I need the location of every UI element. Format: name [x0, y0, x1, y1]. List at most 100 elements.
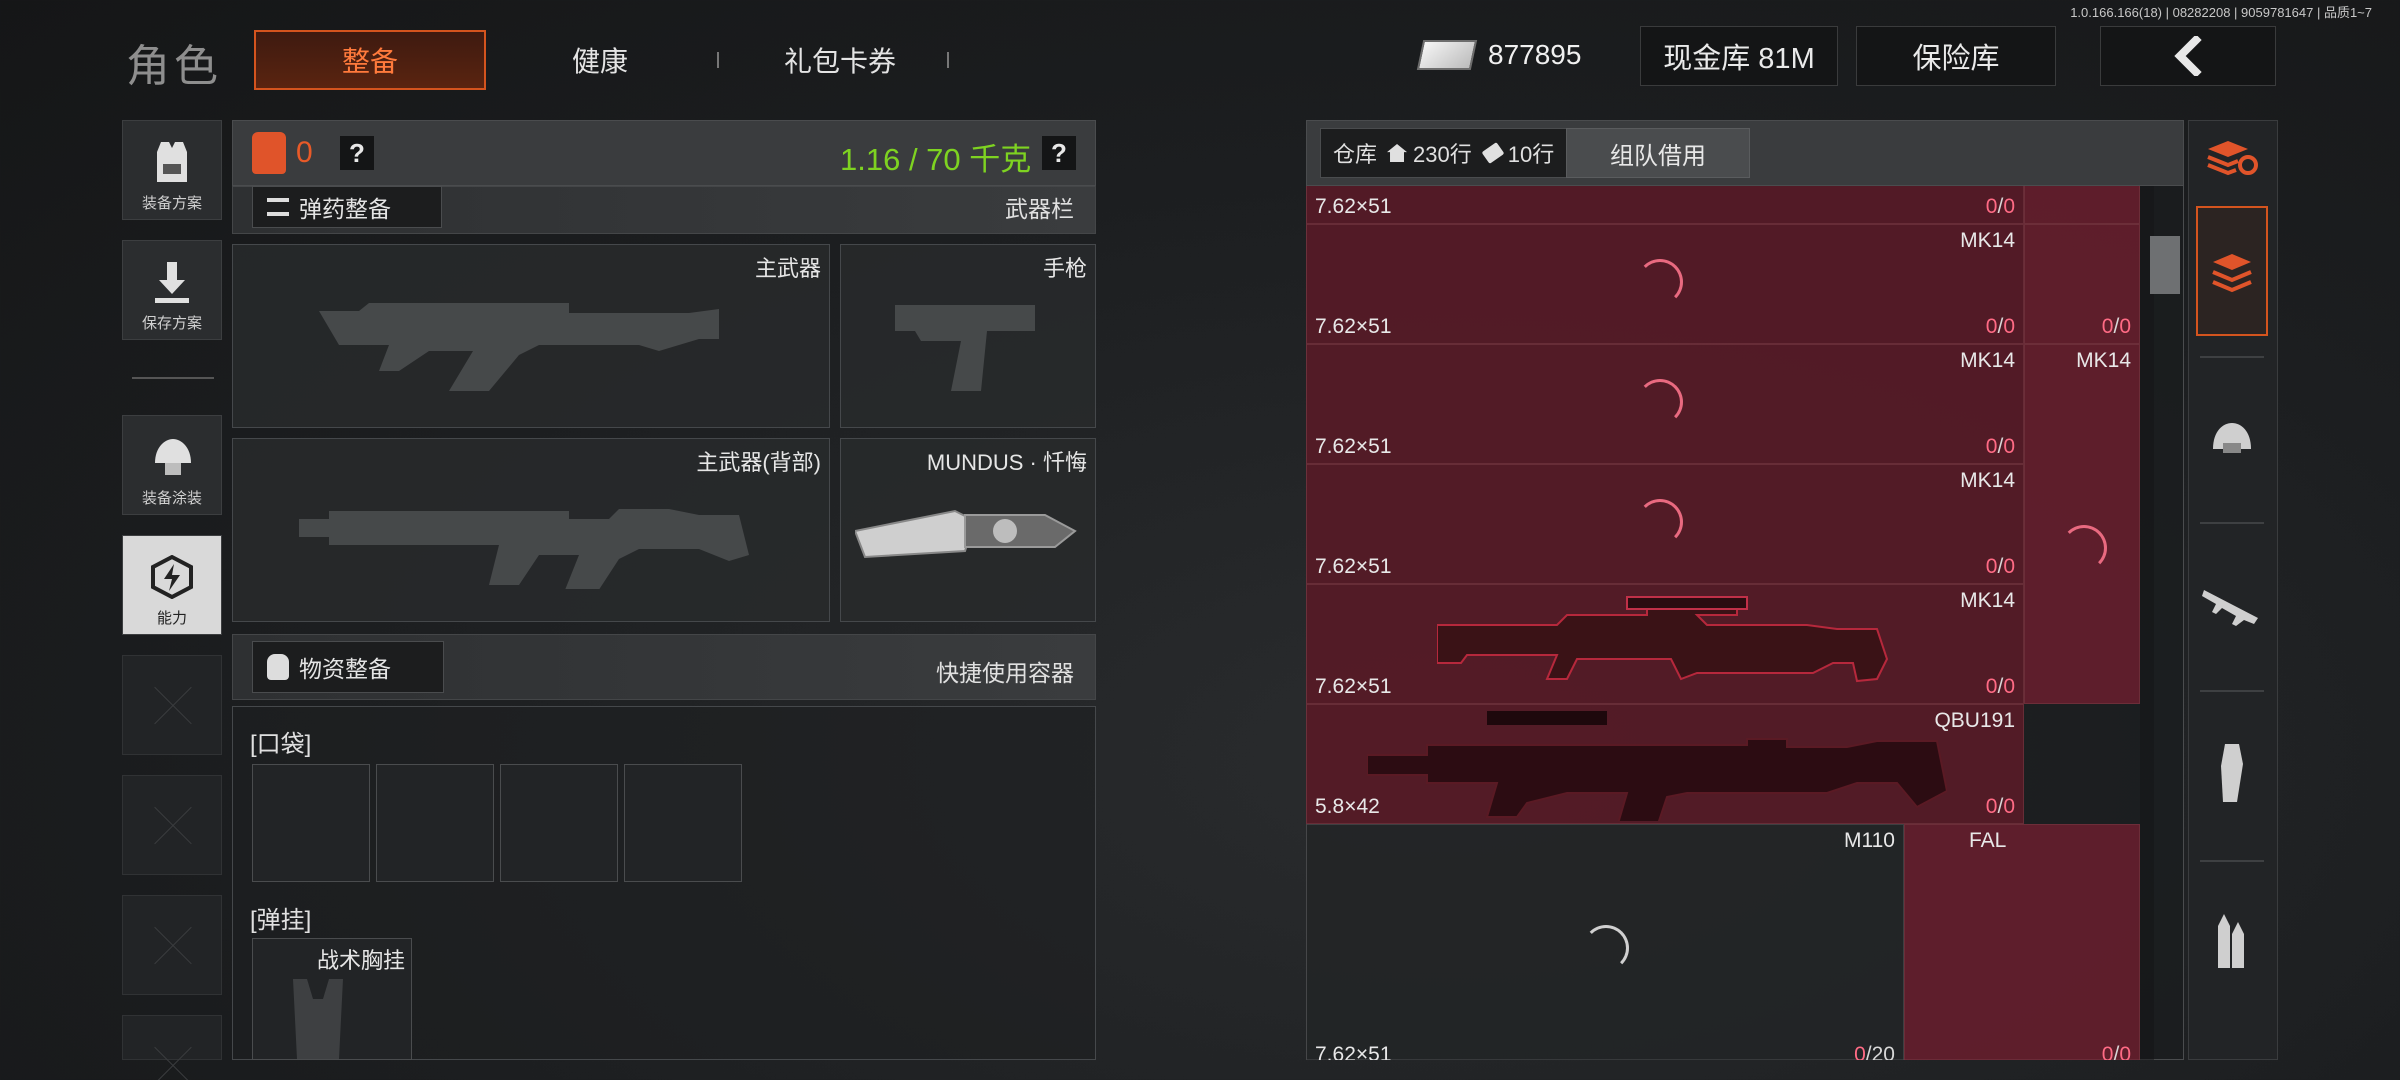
download-icon [155, 262, 189, 303]
item-caliber: 7.62×51 [1315, 675, 1392, 698]
item-ammo: 0/0 [2101, 1043, 2131, 1060]
melee-slot[interactable]: MUNDUS · 忏悔 [840, 438, 1096, 622]
item-caliber: 7.62×51 [1315, 435, 1392, 458]
item-ammo: 0/0 [1985, 555, 2015, 578]
weight-help-button[interactable]: ? [1042, 136, 1076, 170]
item-card[interactable]: M110 7.62×51 0/20 [1306, 824, 1904, 1060]
supply-loadout-button[interactable]: 物资整备 [252, 641, 444, 693]
vest-icon [157, 142, 187, 182]
item-card[interactable]: MK14 7.62×51 0/0 [1306, 584, 2024, 704]
item-card[interactable] [2024, 186, 2140, 224]
slot-label: 主武器 [754, 256, 821, 281]
category-divider [2200, 860, 2264, 862]
category-divider [2200, 690, 2264, 692]
pocket-slot[interactable] [252, 764, 370, 882]
rail-label: 装备涂装 [141, 490, 202, 507]
ammo-icon [267, 198, 289, 216]
team-borrow-button[interactable]: 组队借用 [1566, 128, 1750, 178]
hex-lightning-icon [151, 555, 193, 599]
back-button[interactable] [2100, 26, 2276, 86]
item-card[interactable]: MK14 7.62×51 0/0 [1306, 224, 2024, 344]
helmet-icon [2213, 423, 2251, 453]
slot-label: 手枪 [1042, 256, 1087, 281]
ar-rifle-icon [299, 509, 749, 589]
ammo-loadout-button[interactable]: 弹药整备 [252, 186, 442, 228]
item-name: MK14 [2076, 349, 2131, 372]
knife-icon [855, 509, 1077, 559]
ability-button[interactable]: 能力 [122, 535, 222, 635]
safe-box-button[interactable]: 保险库 [1856, 26, 2056, 86]
sort-layers-icon [2207, 141, 2258, 176]
tab-health[interactable]: 健康 [500, 30, 700, 90]
house-icon [1387, 144, 1408, 162]
item-card[interactable]: 7.62×51 0/0 [1306, 186, 2024, 224]
page-title: 角色 [126, 42, 222, 91]
warehouse-scrollbar[interactable] [2140, 186, 2154, 1060]
armor-vest-icon [252, 132, 286, 174]
category-magazines[interactable] [2196, 708, 2268, 838]
loading-spinner [1637, 499, 1683, 545]
empty-rail-slot [122, 1015, 222, 1060]
back-weapon-slot[interactable]: 主武器(背部) [232, 438, 830, 622]
item-ammo: 0/0 [1985, 315, 2015, 338]
item-ammo: 0/0 [1985, 435, 2015, 458]
pocket-slot[interactable] [500, 764, 618, 882]
ammo-section-label: 弹药整备 [299, 196, 391, 222]
rig-item-label: 战术胸挂 [316, 948, 405, 973]
bullets-icon [2218, 914, 2244, 968]
item-ammo: 0/0 [1985, 675, 2015, 698]
cash-vault-button[interactable]: 现金库 81M [1640, 26, 1838, 86]
weapon-bar-label: 武器栏 [1005, 196, 1074, 222]
primary-weapon-slot[interactable]: 主武器 [232, 244, 830, 428]
category-weapons[interactable] [2196, 540, 2268, 670]
item-card-tall[interactable]: MK14 [2024, 344, 2140, 704]
item-ammo: 0/20 [1854, 1043, 1895, 1060]
armor-count: 0 [296, 136, 313, 169]
tab-loadout[interactable]: 整备 [254, 30, 486, 90]
chest-rig-slot[interactable]: 战术胸挂 [252, 938, 412, 1060]
pistol-slot[interactable]: 手枪 [840, 244, 1096, 428]
pocket-slot[interactable] [624, 764, 742, 882]
magazine-icon [2221, 744, 2243, 802]
carry-weight: 1.16 / 70 千克 [840, 142, 1032, 177]
item-card[interactable]: MK14 7.62×51 0/0 [1306, 344, 2024, 464]
category-helmets[interactable] [2196, 374, 2268, 504]
item-card[interactable]: FAL 0/0 [1904, 824, 2140, 1060]
helmet-icon [155, 439, 191, 475]
save-plan-button[interactable]: 保存方案 [122, 240, 222, 340]
item-card[interactable]: 0/0 [2024, 224, 2140, 344]
equipment-skin-button[interactable]: 装备涂装 [122, 415, 222, 515]
item-caliber: 7.62×51 [1315, 315, 1392, 338]
chevron-left-icon [2174, 36, 2202, 76]
item-name: M110 [1844, 829, 1895, 852]
category-divider [2200, 522, 2264, 524]
item-card[interactable]: QBU191 5.8×42 0/0 [1306, 704, 2024, 824]
item-name: MK14 [1960, 229, 2015, 252]
warehouse-rows: 230行 [1413, 142, 1472, 167]
backpack-icon [267, 654, 289, 680]
warehouse-capacity-tag: 仓库 230行 10行 [1320, 128, 1568, 178]
category-ammo[interactable] [2196, 878, 2268, 1008]
build-info: 1.0.166.166(18) | 08282208 | 9059781647 … [2070, 5, 2372, 20]
loading-spinner [1637, 379, 1683, 425]
item-name: MK14 [1960, 349, 2015, 372]
warehouse-tag-rows: 10行 [1507, 142, 1555, 167]
loadout-plan-button[interactable]: 装备方案 [122, 120, 222, 220]
pocket-slot[interactable] [376, 764, 494, 882]
loading-spinner [1637, 259, 1683, 305]
scrollbar-thumb[interactable] [2150, 236, 2180, 294]
category-all[interactable] [2196, 206, 2268, 336]
loading-spinner [2061, 525, 2107, 571]
item-name: MK14 [1960, 589, 2015, 612]
item-caliber: 7.62×51 [1315, 1043, 1392, 1060]
rig-label: [弹挂] [250, 907, 312, 934]
item-caliber: 7.62×51 [1315, 555, 1392, 578]
item-name: MK14 [1960, 469, 2015, 492]
tab-gift-coupons[interactable]: 礼包卡券 [730, 30, 950, 90]
sort-button[interactable] [2196, 124, 2268, 190]
banknote-icon [1416, 40, 1478, 70]
tab-divider [717, 52, 719, 68]
item-card[interactable]: MK14 7.62×51 0/0 [1306, 464, 2024, 584]
help-button[interactable]: ? [340, 136, 374, 170]
mk14-rifle-icon [1437, 596, 1889, 683]
